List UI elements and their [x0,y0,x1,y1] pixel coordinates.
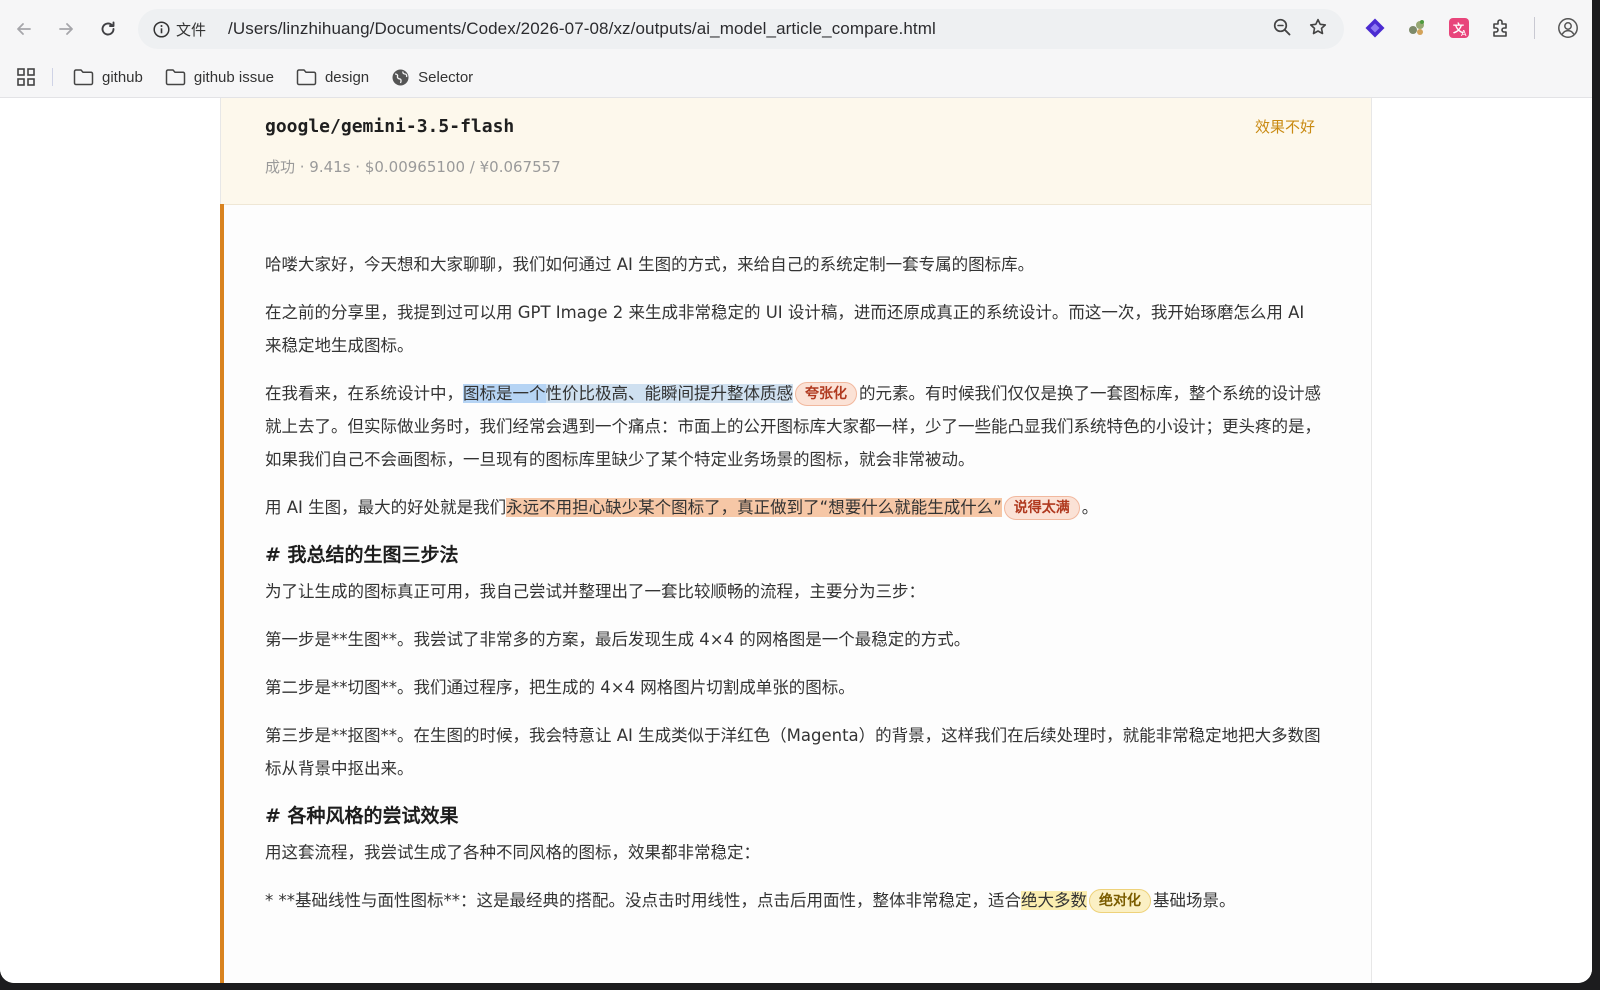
apps-grid-icon[interactable] [16,67,36,87]
browser-window: 文件 /Users/linzhihuang/Documents/Codex/20… [0,0,1592,983]
text: * **基础线性与面性图标**：这是最经典的搭配。没点击时用线性，点击后用面性，… [265,891,1021,910]
bookmarks-bar: github github issue design Selector [0,57,1592,98]
text: 用 AI 生图，最大的好处就是我们 [265,498,507,517]
extensions-row: 文A [1360,12,1583,44]
folder-icon [165,69,186,86]
arrow-left-icon [17,22,31,35]
bookmarks-divider [52,68,53,86]
paragraph: 在我看来，在系统设计中，图标是一个性价比极高、能瞬间提升整体质感 夸张化 的元素。有… [265,377,1325,476]
card-header: google/gemini-3.5-flash 效果不好 成功 · 9.41s … [221,98,1371,205]
star-icon[interactable] [1308,17,1328,42]
folder-icon [296,69,317,86]
page-content: google/gemini-3.5-flash 效果不好 成功 · 9.41s … [0,98,1592,983]
zoom-icon[interactable] [1272,17,1292,42]
result-meta: 成功 · 9.41s · $0.00965100 / ¥0.067557 [265,158,561,176]
diamond-extension-icon[interactable] [1360,13,1390,43]
folder-icon [73,69,94,86]
profile-avatar-icon[interactable] [1553,13,1583,43]
paragraph: 用 AI 生图，最大的好处就是我们永远不用担心缺少某个图标了，真正做到了“想要什… [265,491,1325,524]
highlight-selection[interactable]: 图标是一个 [463,384,546,403]
arrow-right-icon [59,22,73,35]
section-heading: # 我总结的生图三步法 [265,544,459,566]
paragraph: * **基础线性与面性图标**：这是最经典的搭配。没点击时用线性，点击后用面性，… [265,884,1325,917]
address-bar-actions [1272,9,1328,49]
bookmark-label: design [324,68,370,86]
issue-tag-exaggerate[interactable]: 夸张化 [795,382,857,406]
bookmark-design[interactable]: design [296,68,369,86]
scheme-label: 文件 [176,20,207,39]
highlight-span[interactable]: 绝大多数 [1021,891,1087,910]
paragraph: 在之前的分享里，我提到过可以用 GPT Image 2 来生成非常稳定的 UI … [265,303,1305,355]
puzzle-molecule-icon[interactable] [1402,13,1432,43]
bookmark-label: github [102,68,143,86]
issue-tag-overpromise[interactable]: 说得太满 [1003,496,1080,520]
text: 在我看来，在系统设计中， [265,384,463,403]
accent-bar [220,204,224,983]
back-button[interactable] [10,15,38,43]
toolbar-divider [1534,17,1535,39]
forward-button[interactable] [52,15,80,43]
highlight-span[interactable]: 永远不用担心缺少某个图标了，真正做到了“想要什么就能生成什么” [506,498,1002,517]
browser-toolbar: 文件 /Users/linzhihuang/Documents/Codex/20… [0,0,1592,57]
paragraph: 哈喽大家好，今天想和大家聊聊，我们如何通过 AI 生图的方式，来给自己的系统定制… [265,255,1035,274]
paragraph: 用这套流程，我尝试生成了各种不同风格的图标，效果都非常稳定： [265,843,760,862]
extensions-puzzle-icon[interactable] [1486,13,1516,43]
verdict-label: 效果不好 [1254,118,1315,136]
bookmark-label: Selector [418,68,474,86]
model-name: google/gemini-3.5-flash [265,116,515,137]
bookmark-label: github issue [193,68,274,86]
reload-icon [101,21,115,35]
globe-icon [392,69,409,85]
model-result-card: google/gemini-3.5-flash 效果不好 成功 · 9.41s … [220,98,1372,983]
paragraph: 为了让生成的图标真正可用，我自己尝试并整理出了一套比较顺畅的流程，主要分为三步： [265,582,925,601]
reload-button[interactable] [94,15,122,43]
article-body: 哈喽大家好，今天想和大家聊聊，我们如何通过 AI 生图的方式，来给自己的系统定制… [265,248,1325,932]
text: 。 [1081,498,1099,517]
text: 基础场景。 [1153,891,1236,910]
svg-text:A: A [1461,29,1467,38]
paragraph: 第一步是**生图**。我尝试了非常多的方案，最后发现生成 4×4 的网格图是一个… [265,630,971,649]
highlight-span[interactable]: 性价比极高、能瞬间提升整体质感 [545,384,793,403]
bookmark-github[interactable]: github [73,68,143,86]
paragraph: 第三步是**抠图**。在生图的时候，我会特意让 AI 生成类似于洋红色（Mage… [265,726,1321,778]
info-icon[interactable] [152,20,170,38]
paragraph: 第二步是**切图**。我们通过程序，把生成的 4×4 网格图片切割成单张的图标。 [265,678,855,697]
url-text[interactable]: /Users/linzhihuang/Documents/Codex/2026-… [228,19,936,39]
issue-tag-absolute[interactable]: 绝对化 [1089,889,1151,913]
address-bar[interactable]: 文件 /Users/linzhihuang/Documents/Codex/20… [138,9,1344,49]
bookmark-github-issue[interactable]: github issue [165,68,274,86]
translate-icon[interactable]: 文A [1444,13,1474,43]
bookmark-selector[interactable]: Selector [391,68,473,87]
section-heading: # 各种风格的尝试效果 [265,805,459,827]
